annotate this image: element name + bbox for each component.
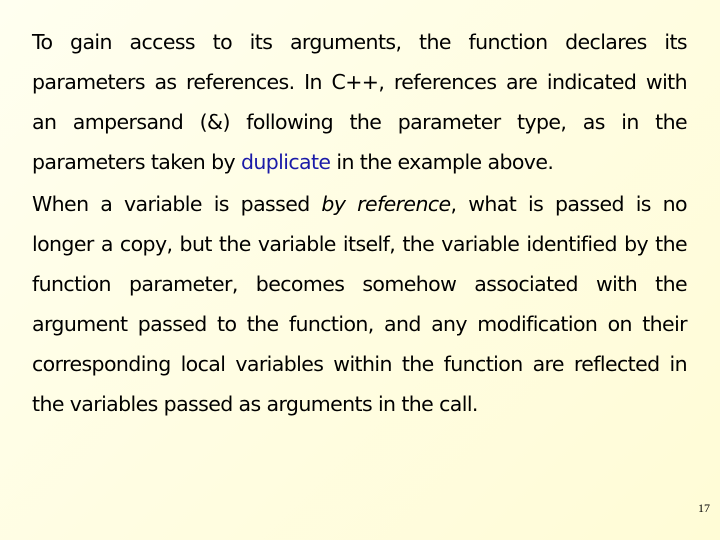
paragraph-1-text-end: in the example above. — [330, 150, 554, 174]
slide: To gain access to its arguments, the fun… — [0, 0, 720, 540]
paragraph-pass-by-reference: When a variable is passed by reference, … — [32, 184, 688, 424]
code-reference-duplicate: duplicate — [240, 150, 331, 174]
slide-body: To gain access to its arguments, the fun… — [32, 22, 688, 424]
emphasis-by-reference: by reference — [321, 192, 451, 216]
paragraph-2-text: When a variable is passed — [32, 192, 322, 216]
paragraph-2-text-end: , what is passed is no longer a copy, bu… — [32, 192, 688, 416]
slide-page-number: 17 — [698, 501, 710, 515]
paragraph-references-intro: To gain access to its arguments, the fun… — [32, 22, 688, 182]
